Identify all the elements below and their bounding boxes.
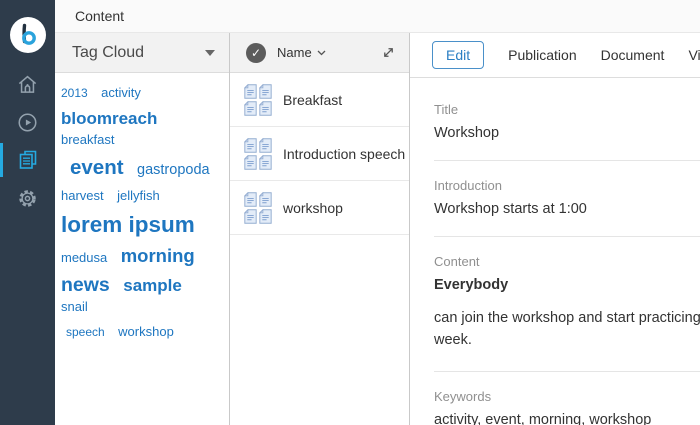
tag-cloud-panel: Tag Cloud 2013 activity bloomreach break… (55, 33, 230, 425)
main-area: Content Tag Cloud 2013 activity bloomrea… (55, 0, 700, 425)
expand-panel-icon[interactable] (382, 46, 395, 59)
field-introduction: Introduction Workshop starts at 1:00 (434, 161, 700, 237)
tag[interactable]: snail (61, 299, 88, 314)
tag[interactable]: lorem ipsum (61, 212, 195, 237)
editor-tabbar: Edit Publication Document View (410, 33, 700, 78)
document-editor-panel: Edit Publication Document View Title Wor… (410, 33, 700, 425)
tab-document[interactable]: Document (601, 47, 665, 63)
tag-cloud-title: Tag Cloud (72, 43, 145, 61)
select-all-checkmark-icon[interactable]: ✓ (246, 42, 266, 63)
active-indicator (0, 143, 3, 177)
bloomreach-b-icon (21, 23, 36, 45)
panels-row: Tag Cloud 2013 activity bloomreach break… (55, 33, 700, 425)
document-set-icon (244, 83, 272, 116)
field-label: Content (434, 254, 480, 269)
tag[interactable]: morning (121, 245, 195, 266)
tab-edit[interactable]: Edit (432, 41, 485, 69)
breadcrumb: Content (75, 8, 125, 24)
sidebar-nav (0, 65, 55, 217)
field-label: Introduction (434, 178, 502, 193)
tab-publication[interactable]: Publication (508, 47, 577, 63)
document-set-icon (244, 191, 272, 224)
keywords-field-value[interactable]: activity, event, morning, workshop (434, 412, 700, 425)
tag[interactable]: activity (101, 85, 141, 100)
content-field-line[interactable]: week. (434, 329, 700, 351)
tag[interactable]: event (70, 156, 124, 179)
list-item-breakfast[interactable]: Breakfast (230, 73, 409, 127)
document-list-panel: ✓ Name Breakfast Introduction speech wor… (230, 33, 410, 425)
document-name: Introduction speech (283, 145, 406, 162)
column-header-name[interactable]: Name (277, 45, 326, 60)
tag[interactable]: 2013 (61, 86, 88, 100)
tag-cloud: 2013 activity bloomreach breakfast event… (55, 73, 229, 355)
field-content: Content Everybody can join the workshop … (434, 237, 700, 372)
list-item-workshop[interactable]: workshop (230, 181, 409, 235)
chevron-down-icon[interactable] (205, 49, 215, 56)
content-field-lead[interactable]: Everybody (434, 277, 700, 293)
list-item-introduction-speech[interactable]: Introduction speech (230, 127, 409, 181)
documents-icon (19, 150, 36, 169)
tag[interactable]: speech (66, 325, 105, 339)
app-sidebar (0, 0, 55, 425)
home-icon (18, 75, 37, 93)
tag[interactable]: news (61, 274, 110, 296)
sort-chevron-icon (317, 50, 326, 55)
bloomreach-logo[interactable] (9, 17, 46, 53)
gear-icon (19, 189, 36, 207)
tag[interactable]: sample (123, 276, 182, 295)
sidebar-item-home[interactable] (0, 65, 55, 103)
tag[interactable]: gastropoda (137, 162, 210, 178)
tag-cloud-header: Tag Cloud (55, 33, 229, 73)
content-field-line[interactable]: can join the workshop and start practici… (434, 307, 700, 329)
tag[interactable]: workshop (118, 324, 174, 339)
editor-fields: Title Workshop Introduction Workshop sta… (410, 78, 700, 425)
tab-view[interactable]: View (688, 47, 700, 63)
tag[interactable]: jellyfish (117, 188, 160, 203)
tag[interactable]: medusa (61, 250, 107, 265)
play-circle-icon (18, 112, 37, 132)
introduction-field-value[interactable]: Workshop starts at 1:00 (434, 201, 700, 217)
top-bar: Content (55, 0, 700, 33)
title-field-value[interactable]: Workshop (434, 125, 700, 141)
document-name: workshop (283, 199, 343, 216)
tag[interactable]: breakfast (61, 132, 114, 147)
document-name: Breakfast (283, 91, 343, 108)
field-keywords: Keywords activity, event, morning, works… (434, 372, 700, 425)
sidebar-item-video[interactable] (0, 103, 55, 141)
tag[interactable]: bloomreach (61, 109, 157, 128)
field-title: Title Workshop (434, 78, 700, 161)
document-list-header: ✓ Name (230, 33, 409, 73)
tag[interactable]: harvest (61, 188, 104, 203)
sidebar-item-documents[interactable] (0, 141, 55, 179)
field-label: Keywords (434, 388, 492, 404)
sidebar-item-settings[interactable] (0, 179, 55, 217)
document-set-icon (244, 137, 272, 170)
field-label: Title (434, 102, 459, 117)
